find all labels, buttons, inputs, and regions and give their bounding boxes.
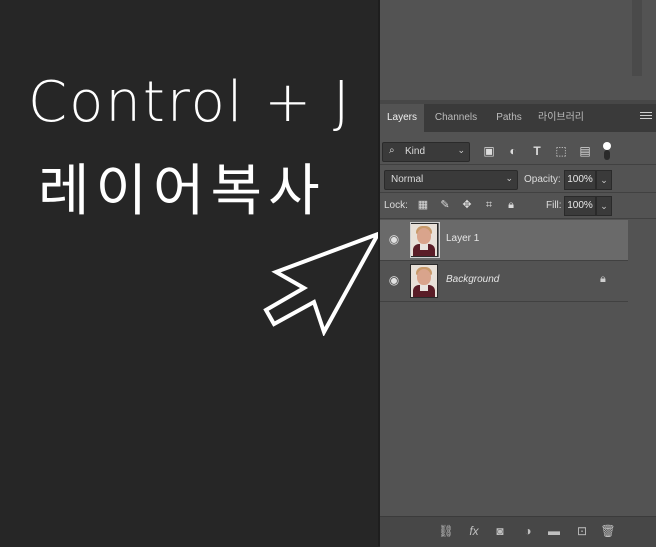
- canvas-area: Control + J 레이어복사: [0, 0, 382, 546]
- fill-label: Fill:: [546, 200, 562, 211]
- lock-row: Lock: ▦ ✎ ✥ ⌗ 🔒︎ Fill: 100% ⌄: [380, 194, 656, 216]
- divider: [380, 301, 628, 302]
- opacity-label: Opacity:: [524, 174, 561, 185]
- lock-all-icon[interactable]: 🔒︎: [504, 198, 518, 212]
- eye-icon[interactable]: ◉: [386, 273, 402, 287]
- new-adjustment-layer-icon[interactable]: ◑: [520, 523, 536, 539]
- layer-row-layer-1[interactable]: ◉ Layer 1: [380, 220, 628, 260]
- chevron-down-icon: ⌄: [505, 173, 513, 183]
- divider: [380, 218, 656, 219]
- korean-caption: 레이어복사: [38, 159, 326, 224]
- lock-artboard-icon[interactable]: ⌗: [482, 198, 496, 212]
- fill-dropdown-icon[interactable]: ⌄: [596, 196, 612, 216]
- opacity-dropdown-icon[interactable]: ⌄: [596, 170, 612, 190]
- upper-panel-area: [380, 0, 656, 100]
- shortcut-caption: Control + J: [28, 70, 352, 135]
- chevron-down-icon: ⌄: [457, 145, 465, 155]
- search-icon: ⌕: [389, 145, 395, 156]
- divider: [380, 164, 656, 165]
- layer-row-background[interactable]: ◉ Background 🔒︎: [380, 261, 628, 301]
- opacity-input[interactable]: 100%: [564, 170, 596, 190]
- panel-menu-icon[interactable]: [640, 112, 652, 121]
- smart-object-filter-icon[interactable]: ▤: [578, 144, 592, 158]
- layers-panel: Layers Channels Paths 라이브러리 ⌕ Kind ⌄ ▣ ◐…: [380, 0, 656, 547]
- type-filter-icon[interactable]: T: [530, 144, 544, 158]
- layer-thumbnail: [410, 264, 438, 298]
- lock-transparent-pixels-icon[interactable]: ▦: [416, 198, 430, 212]
- panel-footer: ⛓ fx ◙ ◑ ▬ ⊡ 🗑︎: [380, 516, 656, 547]
- pointer-arrow-icon: [263, 232, 382, 336]
- panel-tabs: Layers Channels Paths 라이브러리: [380, 104, 656, 132]
- filter-row: ⌕ Kind ⌄ ▣ ◐ T ⬚ ▤: [380, 140, 656, 162]
- blend-mode-value: Normal: [391, 174, 424, 185]
- lock-icon: 🔒︎: [600, 273, 606, 285]
- layer-name: Background: [446, 274, 500, 285]
- blend-mode-select[interactable]: Normal ⌄: [384, 170, 518, 190]
- lock-position-icon[interactable]: ✥: [460, 198, 474, 212]
- kind-filter-select[interactable]: ⌕ Kind ⌄: [382, 142, 470, 162]
- tab-layers[interactable]: Layers: [380, 104, 424, 132]
- fx-icon[interactable]: fx: [466, 523, 482, 539]
- new-group-icon[interactable]: ▬: [546, 523, 562, 539]
- blend-row: Normal ⌄ Opacity: 100% ⌄: [380, 168, 656, 190]
- layers-panel-body: ⌕ Kind ⌄ ▣ ◐ T ⬚ ▤ Normal ⌄ Opacity: 100…: [380, 132, 656, 516]
- fill-input[interactable]: 100%: [564, 196, 596, 216]
- kind-filter-label: Kind: [405, 146, 426, 157]
- lock-image-pixels-icon[interactable]: ✎: [438, 198, 452, 212]
- eye-icon[interactable]: ◉: [386, 232, 402, 246]
- layer-name: Layer 1: [446, 233, 480, 244]
- pixel-filter-icon[interactable]: ▣: [482, 144, 496, 158]
- filter-toggle[interactable]: [602, 142, 612, 162]
- trash-icon[interactable]: 🗑︎: [600, 523, 616, 539]
- link-layers-icon[interactable]: ⛓: [438, 523, 454, 539]
- lock-label: Lock:: [384, 200, 408, 211]
- new-layer-icon[interactable]: ⊡: [574, 523, 590, 539]
- tab-paths[interactable]: Paths: [488, 104, 530, 132]
- tab-library[interactable]: 라이브러리: [532, 104, 590, 132]
- tab-channels[interactable]: Channels: [426, 104, 486, 132]
- selected-thumbnail-border: [410, 222, 440, 258]
- add-mask-icon[interactable]: ◙: [492, 523, 508, 539]
- adjustment-filter-icon[interactable]: ◐: [506, 144, 520, 158]
- divider: [380, 192, 656, 193]
- shape-filter-icon[interactable]: ⬚: [554, 144, 568, 158]
- upper-scrollbar[interactable]: [632, 0, 642, 76]
